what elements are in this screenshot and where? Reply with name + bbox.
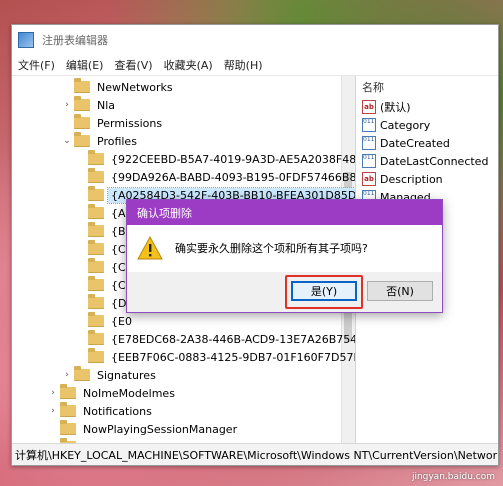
tree-node-label[interactable]: Signatures	[94, 368, 159, 383]
tree-node[interactable]: Permissions	[62, 114, 165, 132]
value-name: (默认)	[380, 101, 411, 114]
regedit-app-icon	[18, 32, 34, 48]
folder-icon	[88, 204, 104, 219]
warning-icon	[137, 236, 163, 260]
folder-icon	[60, 420, 76, 435]
menu-help[interactable]: 帮助(H)	[218, 57, 268, 73]
value-row[interactable]: 011 110 Category	[356, 116, 498, 134]
tree-node[interactable]: {E78EDC68-2A38-446B-ACD9-13E7A26B754B}	[76, 330, 355, 348]
tree-node[interactable]: NowPlayingSessionManager	[48, 420, 240, 438]
value-name: DateLastConnected	[380, 154, 489, 168]
menu-edit[interactable]: 编辑(E)	[60, 57, 109, 73]
binary-value-icon: 011 110	[362, 154, 376, 168]
dialog-title: 确认项删除	[137, 206, 192, 220]
folder-icon	[74, 78, 90, 93]
expand-toggle-icon[interactable]: ›	[62, 370, 72, 380]
folder-icon	[88, 150, 104, 165]
title-bar[interactable]: 注册表编辑器	[12, 25, 498, 55]
folder-icon	[88, 330, 104, 345]
folder-icon	[88, 348, 104, 363]
dialog-title-bar[interactable]: 确认项删除	[127, 200, 442, 225]
tree-node[interactable]: › Notifications	[48, 402, 155, 420]
folder-icon	[88, 240, 104, 255]
menu-bar: 文件(F) 编辑(E) 查看(V) 收藏夹(A) 帮助(H)	[12, 55, 498, 76]
tree-node[interactable]: {99DA926A-BABD-4093-B195-0FDF57466B8B}	[76, 168, 355, 186]
binary-value-icon: 011 110	[362, 118, 376, 132]
tree-node[interactable]: NewNetworks	[62, 78, 176, 96]
string-value-icon: ab	[362, 100, 376, 114]
value-row[interactable]: 011 110 DateCreated	[356, 134, 498, 152]
tree-node[interactable]: {E0	[76, 312, 135, 330]
value-row[interactable]: ab Description	[356, 170, 498, 188]
folder-icon	[88, 276, 104, 291]
tree-node[interactable]: {922CEEBD-B5A7-4019-9A3D-AE5A2038F485}	[76, 150, 355, 168]
tree-node-label[interactable]: {E78EDC68-2A38-446B-ACD9-13E7A26B754B}	[108, 332, 355, 347]
expand-toggle-icon[interactable]: ›	[48, 406, 58, 416]
value-row[interactable]: 011 110 DateLastConnected	[356, 152, 498, 170]
folder-icon	[88, 258, 104, 273]
tree-node[interactable]: {EEB7F06C-0883-4125-9DB7-01F160F7D57F}	[76, 348, 355, 366]
binary-value-icon: 011 110	[362, 136, 376, 150]
status-bar: 计算机\HKEY_LOCAL_MACHINE\SOFTWARE\Microsof…	[12, 443, 498, 465]
folder-icon	[74, 366, 90, 381]
tree-node-label[interactable]: NowPlayingSessionManager	[80, 422, 240, 437]
tree-node-label[interactable]: Notifications	[80, 404, 155, 419]
value-name: Category	[380, 118, 431, 132]
tree-node-label[interactable]: {99DA926A-BABD-4093-B195-0FDF57466B8B}	[108, 170, 355, 185]
tree-node-label[interactable]: NewNetworks	[94, 80, 176, 95]
folder-icon	[88, 312, 104, 327]
dialog-body: 确实要永久删除这个项和所有其子项吗?	[127, 225, 442, 271]
dialog-footer: 是(Y) 否(N)	[127, 272, 442, 312]
folder-icon	[88, 222, 104, 237]
tree-node[interactable]: › Nla	[62, 96, 118, 114]
tree-node-label[interactable]: NoImeModelmes	[80, 386, 178, 401]
tree-node[interactable]: › Signatures	[62, 366, 159, 384]
tree-node-label[interactable]: Profiles	[94, 134, 140, 149]
watermark: jingyan.baidu.com	[411, 472, 495, 482]
tree-node-label[interactable]: Permissions	[94, 116, 165, 131]
string-value-icon: ab	[362, 172, 376, 186]
folder-icon	[74, 96, 90, 111]
yes-button[interactable]: 是(Y)	[291, 281, 357, 301]
folder-icon	[88, 168, 104, 183]
value-name: Description	[380, 172, 443, 186]
folder-icon	[74, 132, 90, 147]
window-title: 注册表编辑器	[42, 34, 108, 47]
tree-node-label[interactable]: {E0	[108, 314, 135, 329]
dialog-message: 确实要永久删除这个项和所有其子项吗?	[175, 242, 368, 255]
expand-toggle-icon[interactable]: ›	[62, 100, 72, 110]
expand-toggle-icon[interactable]: ›	[48, 388, 58, 398]
folder-icon	[60, 384, 76, 399]
tree-node[interactable]: ⌄ Profiles	[62, 132, 140, 150]
menu-view[interactable]: 查看(V)	[108, 57, 157, 73]
menu-file[interactable]: 文件(F)	[12, 57, 60, 73]
tree-node-label[interactable]: Nla	[94, 98, 118, 113]
menu-favorites[interactable]: 收藏夹(A)	[158, 57, 218, 73]
tree-node-label[interactable]: {922CEEBD-B5A7-4019-9A3D-AE5A2038F485}	[108, 152, 355, 167]
expand-toggle-icon[interactable]: ⌄	[62, 136, 72, 146]
no-button[interactable]: 否(N)	[367, 281, 433, 301]
value-row[interactable]: ab (默认)	[356, 98, 498, 116]
folder-icon	[88, 294, 104, 309]
folder-icon	[60, 402, 76, 417]
tree-node-label[interactable]: {EEB7F06C-0883-4125-9DB7-01F160F7D57F}	[108, 350, 355, 365]
folder-icon	[74, 114, 90, 129]
value-name: DateCreated	[380, 136, 450, 150]
folder-icon	[88, 186, 104, 201]
tree-node[interactable]: › NoImeModelmes	[48, 384, 178, 402]
status-path: 计算机\HKEY_LOCAL_MACHINE\SOFTWARE\Microsof…	[15, 448, 498, 462]
confirm-delete-dialog: 确认项删除 确实要永久删除这个项和所有其子项吗? 是(Y) 否(N)	[126, 199, 443, 313]
column-header-name[interactable]: 名称	[356, 76, 498, 98]
